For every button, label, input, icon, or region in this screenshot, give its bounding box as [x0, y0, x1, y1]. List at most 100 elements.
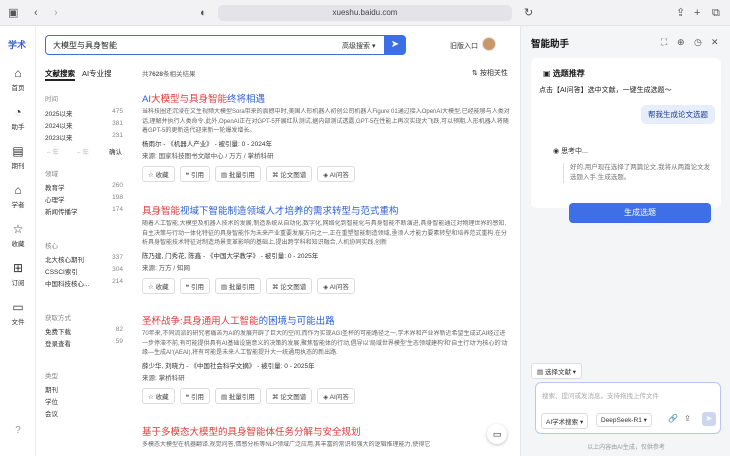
sidebar-item-home[interactable]: ⌂ 首页 [0, 66, 36, 92]
filter-row[interactable]: 期刊 [45, 384, 123, 394]
filter-row[interactable]: 2023以来 231 [45, 132, 123, 142]
favorite-button[interactable]: ☆ 收藏 [142, 388, 175, 404]
filter-row[interactable]: 会议 [45, 408, 123, 418]
filter-label: 教育学 [45, 185, 65, 192]
tab-overview-icon[interactable]: ⧉ [712, 5, 720, 21]
result-count: 共7628条相关结果 [142, 68, 195, 78]
new-tab-icon[interactable]: + [694, 5, 700, 21]
filter-label: CSSCI索引 [45, 269, 78, 276]
send-icon: ➤ [705, 414, 713, 423]
batch-cite-button[interactable]: ▤ 批量引用 [214, 278, 261, 294]
forward-icon[interactable]: › [54, 5, 58, 21]
year-to-input[interactable]: – 年 [77, 146, 89, 156]
filter-label: 免费下载 [45, 329, 71, 336]
result-meta: 陈乃建, 门秀花, 陈鑫 - 《中国大学教学》 - 被引量: 0 - 2025年 [142, 253, 319, 260]
filter-row[interactable]: 心理学 198 [45, 194, 123, 204]
share-icon[interactable]: ⇪ [676, 5, 685, 21]
sidebar-item-scholar[interactable]: ⌂ 学者 [0, 183, 36, 209]
ai-qa-button[interactable]: ◈ AI问答 [317, 166, 355, 182]
star-icon: ☆ [12, 222, 24, 236]
folder-float-button[interactable]: ▭ [487, 424, 507, 444]
advanced-search-dropdown[interactable]: 高级搜索 ▾ [342, 41, 375, 51]
avatar[interactable] [482, 37, 496, 51]
cite-button[interactable]: ❝ 引用 [179, 166, 210, 182]
subscribe-icon: ⊞ [12, 261, 24, 275]
close-icon[interactable]: ✕ [711, 37, 719, 48]
filter-row[interactable]: 登录查看 59 [45, 338, 123, 348]
expand-icon[interactable]: ⛶ [661, 37, 667, 48]
sidebar-item-favorites[interactable]: ☆ 收藏 [0, 222, 36, 248]
search-button[interactable]: ➤ [384, 35, 406, 55]
document-icon: ▤ [537, 369, 544, 376]
paper-graph-button[interactable]: ⌘ 论文图谱 [265, 388, 313, 404]
result-title[interactable]: 基于多模态大模型的具身智能体任务分解与安全规划 [142, 427, 510, 439]
filter-count: 214 [112, 278, 123, 285]
result-title[interactable]: 具身智能视域下智能制造领域人才培养的需求转型与范式重构 [142, 206, 510, 218]
back-icon[interactable]: ‹ [34, 5, 38, 21]
title-highlight: 基于多模态大模型的具身智能体任务分解与安全规划 [142, 427, 361, 438]
action-label: 收藏 [155, 394, 169, 401]
help-button[interactable]: ? [0, 424, 36, 440]
result-title[interactable]: AI大模型与具身智能终将相遇 [142, 94, 510, 106]
result-abstract: 70年来,不同流派的研究者痛苦为AI的发展开辟了巨大的空间,而作为实现AGI圣杯… [142, 331, 508, 356]
batch-cite-button[interactable]: ▤ 批量引用 [214, 166, 261, 182]
filter-title-time: 时间 [45, 96, 58, 103]
filter-row[interactable]: 2025以来 475 [45, 108, 123, 118]
action-label: 引用 [190, 284, 204, 291]
sidebar-item-subscribe[interactable]: ⊞ 订阅 [0, 261, 36, 287]
send-button[interactable]: ➤ [702, 412, 716, 426]
logo: 学术 [8, 40, 27, 50]
filter-label: 2025以来 [45, 111, 73, 118]
sidebar-item-journal[interactable]: ▤ 期刊 [0, 144, 36, 170]
filter-row[interactable]: 北大核心期刊 337 [45, 254, 123, 264]
sidebar-item-files[interactable]: ▭ 文件 [0, 300, 36, 326]
filter-row[interactable]: CSSCI索引 304 [45, 266, 123, 276]
result-title[interactable]: 圣杯战争:具身通用人工智能的困境与可能出路 [142, 316, 510, 328]
confirm-button[interactable]: 确认 [109, 146, 122, 156]
tab-ai-search[interactable]: AI专业搜 [82, 68, 112, 79]
result-actions: ☆ 收藏 ❝ 引用 ▤ 批量引用 ⌘ 论文图谱 ◈ AI问答 [142, 164, 510, 182]
ai-qa-button[interactable]: ◈ AI问答 [317, 278, 355, 294]
reload-icon[interactable]: ↻ [524, 5, 533, 21]
history-icon[interactable]: ◷ [694, 37, 702, 48]
paper-graph-button[interactable]: ⌘ 论文图谱 [265, 166, 313, 182]
generate-topic-button[interactable]: 生成选题 [569, 203, 711, 223]
new-chat-icon[interactable]: ⊕ [677, 37, 685, 48]
action-label: 引用 [190, 394, 204, 401]
search-query: 大模型与具身智能 [53, 41, 117, 50]
year-from-input[interactable]: – 年 [47, 146, 59, 156]
cite-button[interactable]: ❝ 引用 [179, 278, 210, 294]
ai-qa-button[interactable]: ◈ AI问答 [317, 388, 355, 404]
filter-row[interactable]: 2024以来 381 [45, 120, 123, 130]
action-label: 论文图谱 [280, 284, 307, 291]
filter-row[interactable]: 新闻传播学 174 [45, 206, 123, 216]
search-mode-dropdown[interactable]: AI学术搜索 ▾ [541, 413, 589, 429]
privacy-shield-icon[interactable]: ◐ [200, 5, 207, 21]
filter-row[interactable]: 中国科技核心... 214 [45, 278, 123, 288]
paper-graph-button[interactable]: ⌘ 论文图谱 [265, 278, 313, 294]
sort-button[interactable]: ⇅ 按相关性 [472, 68, 508, 78]
filter-row[interactable]: 学位 [45, 396, 123, 406]
favorite-button[interactable]: ☆ 收藏 [142, 278, 175, 294]
tab-literature-search[interactable]: 文献搜索 [45, 68, 75, 79]
model-dropdown[interactable]: DeepSeek-R1 ▾ [596, 413, 652, 427]
filter-row[interactable]: 教育学 260 [45, 182, 123, 192]
address-bar[interactable]: xueshu.baidu.com [218, 5, 512, 21]
filter-count: 198 [112, 194, 123, 201]
sidebar-item-assistant[interactable]: ◔ 助手 [0, 105, 36, 131]
title-part: 的困境与可能出路 [258, 316, 335, 327]
link-icon[interactable]: 🔗 [668, 414, 678, 423]
sidebar-item-label: 助手 [11, 124, 25, 131]
select-documents-button[interactable]: ▤ 选择文献 ▾ [531, 363, 583, 379]
batch-cite-button[interactable]: ▤ 批量引用 [214, 388, 261, 404]
search-input[interactable]: 大模型与具身智能 高级搜索 ▾ [45, 35, 405, 55]
title-highlight: 具身智能 [142, 206, 181, 217]
cite-button[interactable]: ❝ 引用 [179, 388, 210, 404]
chat-input[interactable]: 搜索、提问或发消息。支持拖拽上传文件 AI学术搜索 ▾ DeepSeek-R1 … [535, 382, 721, 434]
upload-icon[interactable]: ⇪ [684, 414, 691, 423]
filter-label: 2023以来 [45, 135, 73, 142]
sidebar-toggle-icon[interactable]: ▣ [8, 5, 18, 21]
favorite-button[interactable]: ☆ 收藏 [142, 166, 175, 182]
old-version-link[interactable]: 旧版入口 [450, 41, 478, 51]
filter-row[interactable]: 免费下载 82 [45, 326, 123, 336]
